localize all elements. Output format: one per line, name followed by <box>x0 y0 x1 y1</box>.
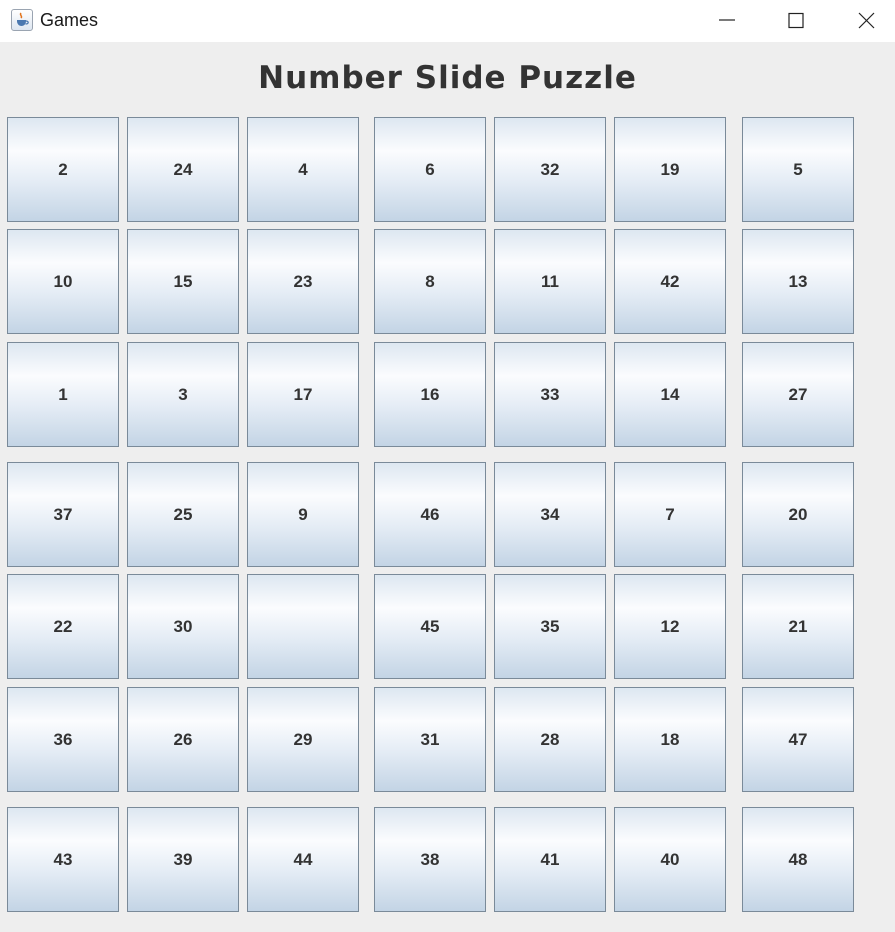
puzzle-tile[interactable]: 36 <box>7 687 119 792</box>
puzzle-tile[interactable]: 10 <box>7 229 119 334</box>
puzzle-tile[interactable]: 24 <box>127 117 239 222</box>
puzzle-tile[interactable]: 25 <box>127 462 239 567</box>
puzzle-tile[interactable]: 39 <box>127 807 239 912</box>
minimize-icon <box>719 19 735 21</box>
close-icon <box>858 12 875 29</box>
puzzle-tile[interactable]: 47 <box>742 687 854 792</box>
puzzle-tile[interactable]: 3 <box>127 342 239 447</box>
puzzle-tile[interactable]: 46 <box>374 462 486 567</box>
puzzle-tile[interactable]: 8 <box>374 229 486 334</box>
puzzle-tile[interactable]: 13 <box>742 229 854 334</box>
close-button[interactable] <box>843 0 889 42</box>
puzzle-tile[interactable]: 7 <box>614 462 726 567</box>
minimize-button[interactable] <box>704 0 750 42</box>
window-title: Games <box>40 10 99 30</box>
puzzle-tile[interactable]: 5 <box>742 117 854 222</box>
maximize-icon <box>788 12 804 29</box>
puzzle-tile[interactable]: 41 <box>494 807 606 912</box>
puzzle-tile[interactable]: 32 <box>494 117 606 222</box>
puzzle-tile[interactable]: 20 <box>742 462 854 567</box>
puzzle-tile[interactable]: 21 <box>742 574 854 679</box>
puzzle-tile[interactable]: 17 <box>247 342 359 447</box>
puzzle-tile[interactable]: 2 <box>7 117 119 222</box>
puzzle-tile[interactable]: 15 <box>127 229 239 334</box>
puzzle-tile[interactable]: 33 <box>494 342 606 447</box>
puzzle-tile[interactable]: 1 <box>7 342 119 447</box>
puzzle-tile[interactable]: 22 <box>7 574 119 679</box>
title-bar: Games <box>0 0 895 42</box>
puzzle-tile[interactable]: 29 <box>247 687 359 792</box>
puzzle-tile[interactable]: 45 <box>374 574 486 679</box>
maximize-button[interactable] <box>773 0 819 42</box>
puzzle-tile[interactable]: 4 <box>247 117 359 222</box>
puzzle-tile[interactable]: 16 <box>374 342 486 447</box>
puzzle-tile[interactable]: 35 <box>494 574 606 679</box>
puzzle-tile[interactable]: 11 <box>494 229 606 334</box>
page-title: Number Slide Puzzle <box>258 60 637 96</box>
puzzle-tile[interactable]: 27 <box>742 342 854 447</box>
puzzle-tile[interactable]: 43 <box>7 807 119 912</box>
puzzle-tile[interactable]: 40 <box>614 807 726 912</box>
puzzle-tile[interactable]: 48 <box>742 807 854 912</box>
puzzle-tile[interactable]: 18 <box>614 687 726 792</box>
puzzle-tile[interactable]: 37 <box>7 462 119 567</box>
puzzle-tile[interactable]: 38 <box>374 807 486 912</box>
puzzle-tile[interactable]: 31 <box>374 687 486 792</box>
puzzle-tile[interactable]: 9 <box>247 462 359 567</box>
puzzle-tile[interactable]: 6 <box>374 117 486 222</box>
puzzle-tile[interactable]: 42 <box>614 229 726 334</box>
empty-tile[interactable] <box>247 574 359 679</box>
puzzle-tile[interactable]: 30 <box>127 574 239 679</box>
puzzle-tile[interactable]: 34 <box>494 462 606 567</box>
puzzle-tile[interactable]: 26 <box>127 687 239 792</box>
puzzle-tile[interactable]: 12 <box>614 574 726 679</box>
puzzle-tile[interactable]: 28 <box>494 687 606 792</box>
puzzle-tile[interactable]: 14 <box>614 342 726 447</box>
puzzle-tile[interactable]: 44 <box>247 807 359 912</box>
java-cup-icon <box>11 9 33 31</box>
puzzle-tile[interactable]: 19 <box>614 117 726 222</box>
puzzle-tile[interactable]: 23 <box>247 229 359 334</box>
